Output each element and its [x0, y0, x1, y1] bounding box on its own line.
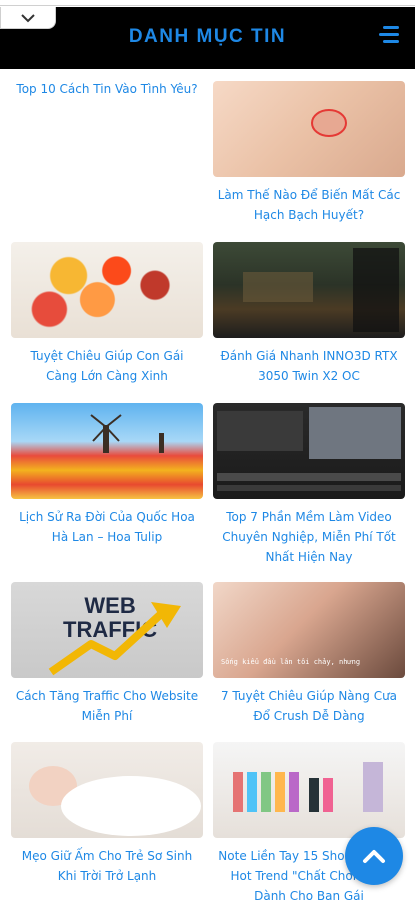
top-status-strip [0, 0, 415, 6]
article-card[interactable]: Top 10 Cách Tin Vào Tình Yêu? [11, 79, 203, 99]
article-title[interactable]: Đánh Giá Nhanh INNO3D RTX 3050 Twin X2 O… [213, 346, 405, 386]
chevron-down-icon [21, 13, 35, 22]
article-title[interactable]: Tuyệt Chiêu Giúp Con Gái Càng Lớn Càng X… [11, 346, 203, 386]
article-title[interactable]: Lịch Sử Ra Đời Của Quốc Hoa Hà Lan – Hoa… [11, 507, 203, 547]
article-thumbnail[interactable] [213, 403, 405, 499]
article-title[interactable]: Cách Tăng Traffic Cho Website Miễn Phí [11, 686, 203, 726]
article-title[interactable]: Làm Thế Nào Để Biến Mất Các Hạch Bạch Hu… [213, 185, 405, 225]
menu-icon[interactable] [379, 26, 399, 44]
article-thumbnail[interactable] [213, 242, 405, 338]
article-thumbnail[interactable]: WEB TRAFFIC [11, 582, 203, 678]
article-card[interactable]: Tuyệt Chiêu Giúp Con Gái Càng Lớn Càng X… [11, 242, 203, 386]
site-header: DANH MỤC TIN [0, 7, 415, 69]
article-thumbnail[interactable] [11, 242, 203, 338]
thumbnail-caption: Sống kiểu đầu lân tôi chảy, nhưng [221, 658, 361, 666]
article-title[interactable]: 7 Tuyệt Chiêu Giúp Nàng Cưa Đổ Crush Dễ … [213, 686, 405, 726]
article-thumbnail[interactable] [11, 742, 203, 838]
article-card[interactable]: Sống kiểu đầu lân tôi chảy, nhưng 7 Tuyệ… [213, 582, 405, 726]
article-card[interactable]: Mẹo Giữ Ấm Cho Trẻ Sơ Sinh Khi Trời Trở … [11, 742, 203, 886]
page-title: DANH MỤC TIN [128, 26, 287, 47]
article-thumbnail[interactable]: Sống kiểu đầu lân tôi chảy, nhưng [213, 582, 405, 678]
article-card[interactable]: WEB TRAFFIC Cách Tăng Traffic Cho Websit… [11, 582, 203, 726]
article-thumbnail[interactable] [213, 81, 405, 177]
scroll-to-top-button[interactable] [345, 827, 403, 885]
article-title[interactable]: Mẹo Giữ Ấm Cho Trẻ Sơ Sinh Khi Trời Trở … [11, 846, 203, 886]
article-title[interactable]: Top 7 Phần Mềm Làm Video Chuyên Nghiệp, … [213, 507, 405, 567]
article-card[interactable]: Top 7 Phần Mềm Làm Video Chuyên Nghiệp, … [213, 403, 405, 567]
article-thumbnail[interactable] [11, 403, 203, 499]
article-title[interactable]: Top 10 Cách Tin Vào Tình Yêu? [11, 79, 203, 99]
chevron-up-icon [363, 850, 385, 863]
article-card[interactable]: Lịch Sử Ra Đời Của Quốc Hoa Hà Lan – Hoa… [11, 403, 203, 547]
article-card[interactable]: Làm Thế Nào Để Biến Mất Các Hạch Bạch Hu… [213, 81, 405, 225]
article-thumbnail[interactable] [213, 742, 405, 838]
article-card[interactable]: Đánh Giá Nhanh INNO3D RTX 3050 Twin X2 O… [213, 242, 405, 386]
